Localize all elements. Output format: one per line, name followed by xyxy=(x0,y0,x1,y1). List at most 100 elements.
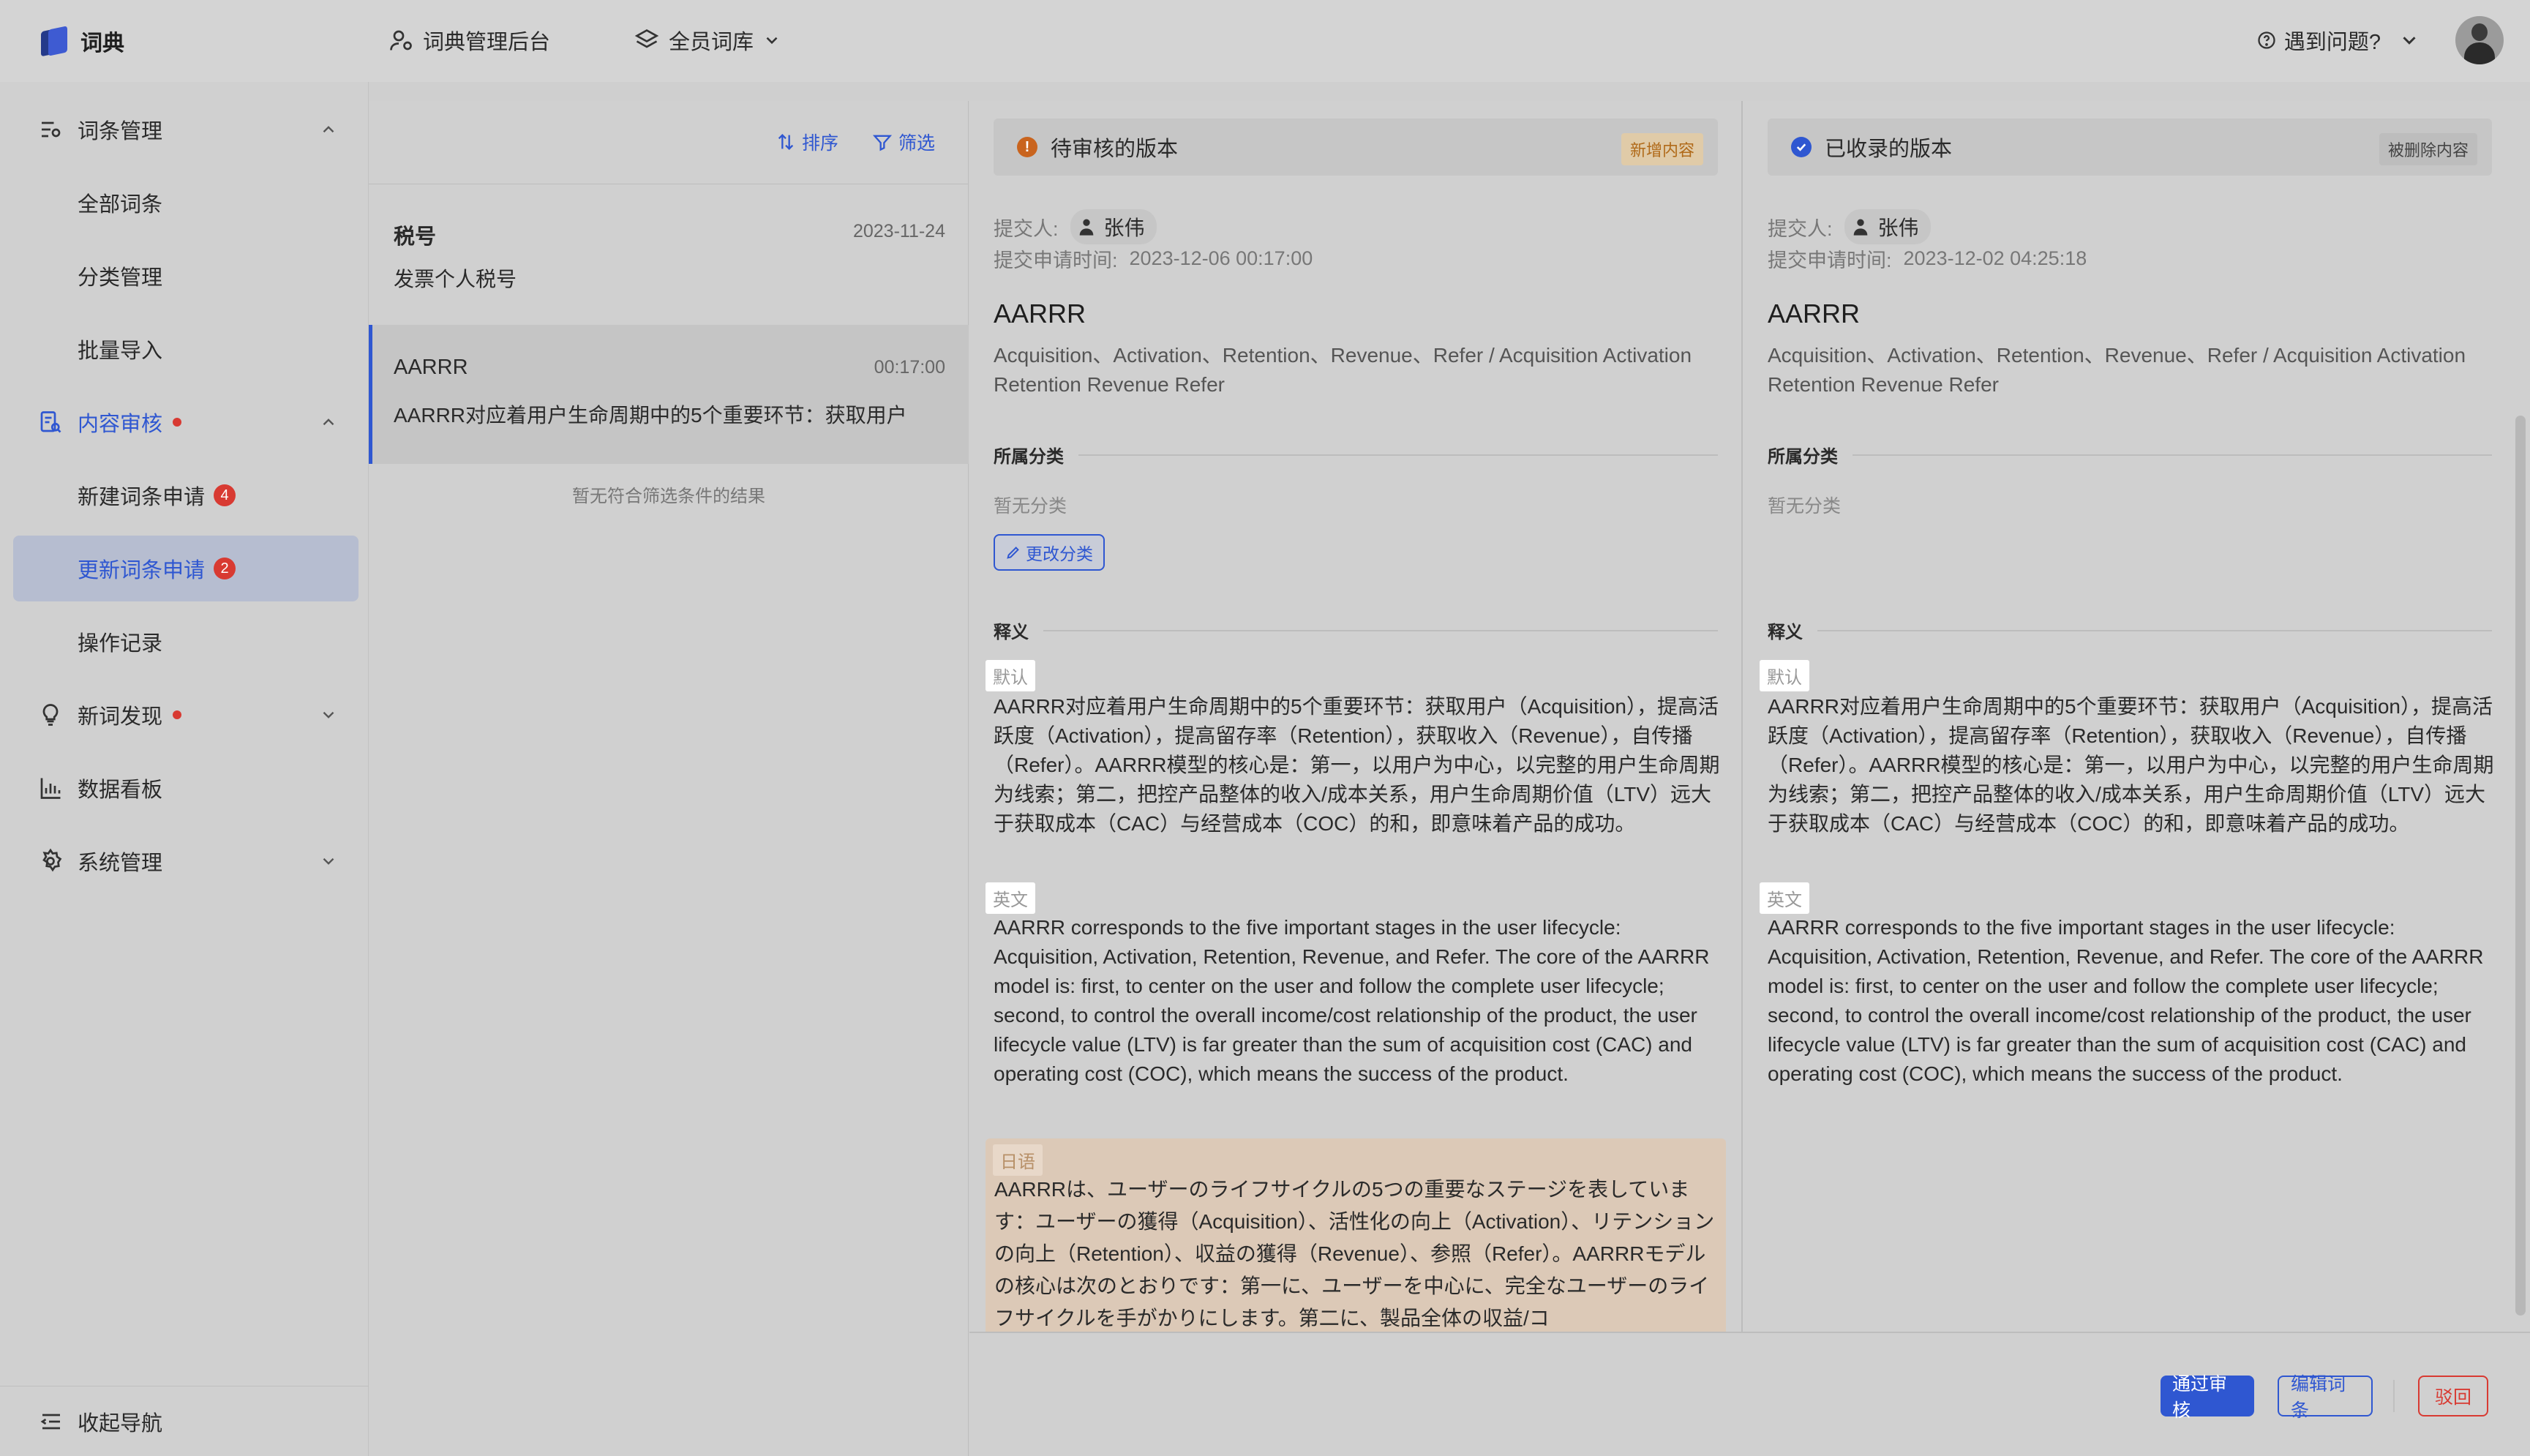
sidebar-item-new-entry-requests[interactable]: 新建词条申请 4 xyxy=(0,462,369,528)
check-circle-icon xyxy=(1791,137,1812,157)
warning-icon: ! xyxy=(1017,137,1037,157)
list-item-selected[interactable]: AARRR 00:17:00 AARRR对应着用户生命周期中的5个重要环节：获取… xyxy=(369,325,969,464)
help-circle-icon xyxy=(2258,31,2275,49)
chevron-down-icon xyxy=(766,37,778,45)
help-dropdown[interactable]: 遇到问题? xyxy=(2256,25,2420,56)
lightbulb-icon xyxy=(37,701,64,729)
submitter-label: 提交人: xyxy=(1768,217,1833,240)
list-item-date: 00:17:00 xyxy=(874,357,945,378)
filter-label: 筛选 xyxy=(898,133,936,154)
no-category-text: 暂无分类 xyxy=(1768,496,1842,517)
recorded-version-column: 已收录的版本 被删除内容 提交人: 张伟 提交申请时间: 2023-12-02 … xyxy=(1743,101,2530,1332)
app-logo[interactable]: 词典 xyxy=(38,25,124,57)
bar-chart-icon xyxy=(37,774,64,802)
submit-time-value: 2023-12-02 04:25:18 xyxy=(1903,247,2087,269)
pending-version-column: ! 待审核的版本 新增内容 提交人: 张伟 提交申请时间: 2023-12-06… xyxy=(969,101,1743,1332)
chevron-down-icon xyxy=(323,711,334,718)
user-avatar[interactable] xyxy=(2455,16,2504,64)
library-label: 全员词库 xyxy=(669,31,754,54)
sidebar-group-label: 词条管理 xyxy=(78,120,163,143)
term-abbreviation: Acquisition、Activation、Retention、Revenue… xyxy=(994,344,1692,396)
submitter-label: 提交人: xyxy=(994,217,1059,240)
approve-button[interactable]: 通过审核 xyxy=(2161,1374,2254,1421)
sidebar-item-update-entry-requests[interactable]: 更新词条申请 2 xyxy=(13,536,359,601)
sidebar-item-bulk-import[interactable]: 批量导入 xyxy=(0,316,369,382)
language-tag-japanese: 日语 xyxy=(993,1144,1043,1176)
person-icon xyxy=(1853,219,1867,236)
count-badge: 4 xyxy=(214,484,236,506)
status-badge: 新增内容 xyxy=(1621,133,1703,165)
submitter-chip[interactable]: 张伟 xyxy=(1070,209,1157,244)
person-icon xyxy=(1079,219,1093,236)
edit-entry-button[interactable]: 编辑词条 xyxy=(2278,1374,2373,1421)
definition-english-text: AARRR corresponds to the five important … xyxy=(1768,916,2484,1085)
scrollbar[interactable] xyxy=(2515,416,2526,1316)
list-item-title: 税号 xyxy=(394,225,437,249)
change-category-button[interactable]: 更改分类 xyxy=(994,534,1105,571)
sidebar-group-label: 内容审核 xyxy=(78,413,163,436)
sidebar-group-label: 新词发现 xyxy=(78,705,163,729)
language-tag-english: 英文 xyxy=(986,882,1035,914)
language-tag-default: 默认 xyxy=(986,660,1035,691)
list-item[interactable]: 税号 2023-11-24 发票个人税号 xyxy=(369,189,969,328)
sidebar-item-label: 操作记录 xyxy=(78,632,163,656)
sidebar-group-system[interactable]: 系统管理 xyxy=(0,828,369,894)
language-tag-english: 英文 xyxy=(1760,882,1809,914)
help-label: 遇到问题? xyxy=(2283,31,2381,54)
sort-icon xyxy=(778,134,794,150)
sidebar-item-categories[interactable]: 分类管理 xyxy=(0,243,369,309)
submitter-row: 提交人: 张伟 xyxy=(994,209,1157,244)
sidebar-item-label: 分类管理 xyxy=(78,266,163,290)
section-label: 所属分类 xyxy=(1768,447,1838,467)
status-badge: 被删除内容 xyxy=(2379,133,2477,165)
definition-english-text: AARRR corresponds to the five important … xyxy=(994,916,1710,1085)
japanese-definition-block: 日语 AARRRは、ユーザーのライフサイクルの5つの重要なステージを表しています… xyxy=(986,1138,1726,1332)
notification-dot xyxy=(173,418,182,427)
library-dropdown[interactable]: 全员词库 xyxy=(634,25,781,56)
sidebar-item-label: 批量导入 xyxy=(78,339,163,363)
user-settings-icon xyxy=(390,30,412,50)
submit-time-row: 提交申请时间: 2023-12-06 00:17:00 xyxy=(994,244,1313,273)
list-item-date: 2023-11-24 xyxy=(852,221,945,241)
empty-result-note: 暂无符合筛选条件的结果 xyxy=(572,487,765,506)
definition-section-title: 释义 xyxy=(1768,618,2492,643)
list-toolbar: 排序 筛选 xyxy=(369,101,969,184)
layers-icon xyxy=(634,29,659,48)
list-settings-icon xyxy=(37,116,64,143)
submitter-row: 提交人: 张伟 xyxy=(1768,209,1931,244)
sidebar-item-all-entries[interactable]: 全部词条 xyxy=(0,170,369,236)
reject-button[interactable]: 驳回 xyxy=(2418,1376,2488,1416)
document-review-icon xyxy=(37,408,64,436)
section-label: 所属分类 xyxy=(994,447,1064,467)
sort-label: 排序 xyxy=(802,133,839,154)
submit-time-label: 提交申请时间: xyxy=(994,249,1118,271)
sidebar-item-operation-log[interactable]: 操作记录 xyxy=(0,609,369,675)
app-title: 词典 xyxy=(80,31,124,56)
sidebar-group-label: 数据看板 xyxy=(78,778,163,802)
filter-button[interactable]: 筛选 xyxy=(872,129,935,155)
category-section-title: 所属分类 xyxy=(1768,442,2492,468)
sidebar-group-dashboard[interactable]: 数据看板 xyxy=(0,755,369,821)
comparison-panel: ! 待审核的版本 新增内容 提交人: 张伟 提交申请时间: 2023-12-06… xyxy=(969,101,2530,1332)
admin-console-link[interactable]: 词典管理后台 xyxy=(388,25,550,56)
term-title: AARRR xyxy=(1768,299,1861,329)
action-footer: 通过审核 编辑词条 驳回 xyxy=(969,1332,2530,1456)
change-category-label: 更改分类 xyxy=(1026,544,1093,563)
admin-console-label: 词典管理后台 xyxy=(423,31,551,54)
category-section-title: 所属分类 xyxy=(994,442,1718,468)
notification-dot xyxy=(173,710,182,719)
chevron-up-icon xyxy=(323,126,334,133)
gear-icon xyxy=(37,847,64,875)
sort-button[interactable]: 排序 xyxy=(776,129,838,155)
sidebar-group-entry-management[interactable]: 词条管理 xyxy=(0,97,369,162)
sidebar-group-new-word-discovery[interactable]: 新词发现 xyxy=(0,682,369,748)
column-title: 已收录的版本 xyxy=(1825,138,1953,161)
filter-icon xyxy=(872,135,893,151)
submitter-chip[interactable]: 张伟 xyxy=(1844,209,1931,244)
chevron-down-icon xyxy=(323,858,334,865)
sidebar-group-content-review[interactable]: 内容审核 xyxy=(0,389,369,455)
collapse-nav-button[interactable]: 收起导航 xyxy=(0,1386,369,1456)
list-item-subtitle: AARRR对应着用户生命周期中的5个重要环节：获取用户 xyxy=(394,404,907,427)
definition-section-title: 释义 xyxy=(994,618,1718,643)
submitter-name: 张伟 xyxy=(1103,217,1145,239)
